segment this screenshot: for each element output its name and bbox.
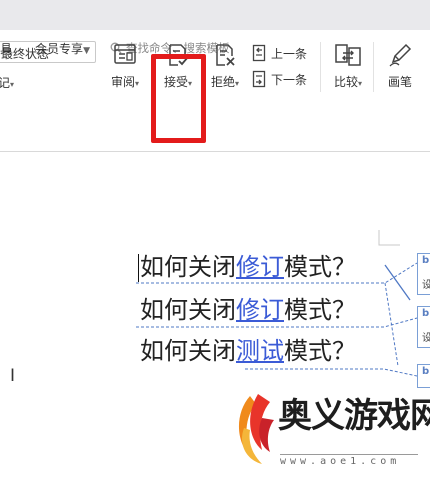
balloon-author: b: [422, 255, 430, 266]
watermark-name: 奥义游戏网: [278, 396, 430, 436]
revision-balloon[interactable]: b 设: [417, 306, 430, 348]
line-text: 模式？: [284, 337, 356, 365]
balloon-text: 设: [422, 333, 430, 344]
watermark-url: www.aoe1.com: [280, 454, 418, 468]
line-text: 模式？: [284, 253, 356, 281]
document-line[interactable]: 如何关闭修订模式？: [140, 253, 356, 281]
balloon-text: 设: [422, 280, 430, 291]
line-text: 如何关闭: [140, 337, 236, 365]
revision-balloon[interactable]: b 设: [417, 253, 430, 295]
revision-insert[interactable]: 修订: [236, 253, 284, 281]
i-beam-cursor-icon: I: [10, 366, 16, 386]
text-caret: [138, 254, 139, 282]
document-line[interactable]: 如何关闭修订模式？: [140, 296, 356, 324]
line-text: 模式？: [284, 296, 356, 324]
document-line[interactable]: 如何关闭测试模式？: [140, 337, 356, 365]
revision-insert[interactable]: 测试: [236, 337, 284, 365]
revision-balloon[interactable]: b: [417, 364, 430, 388]
revision-insert[interactable]: 修订: [236, 296, 284, 324]
line-text: 如何关闭: [140, 296, 236, 324]
balloon-author: b: [422, 366, 430, 377]
balloon-author: b: [422, 308, 430, 319]
line-text: 如何关闭: [140, 253, 236, 281]
